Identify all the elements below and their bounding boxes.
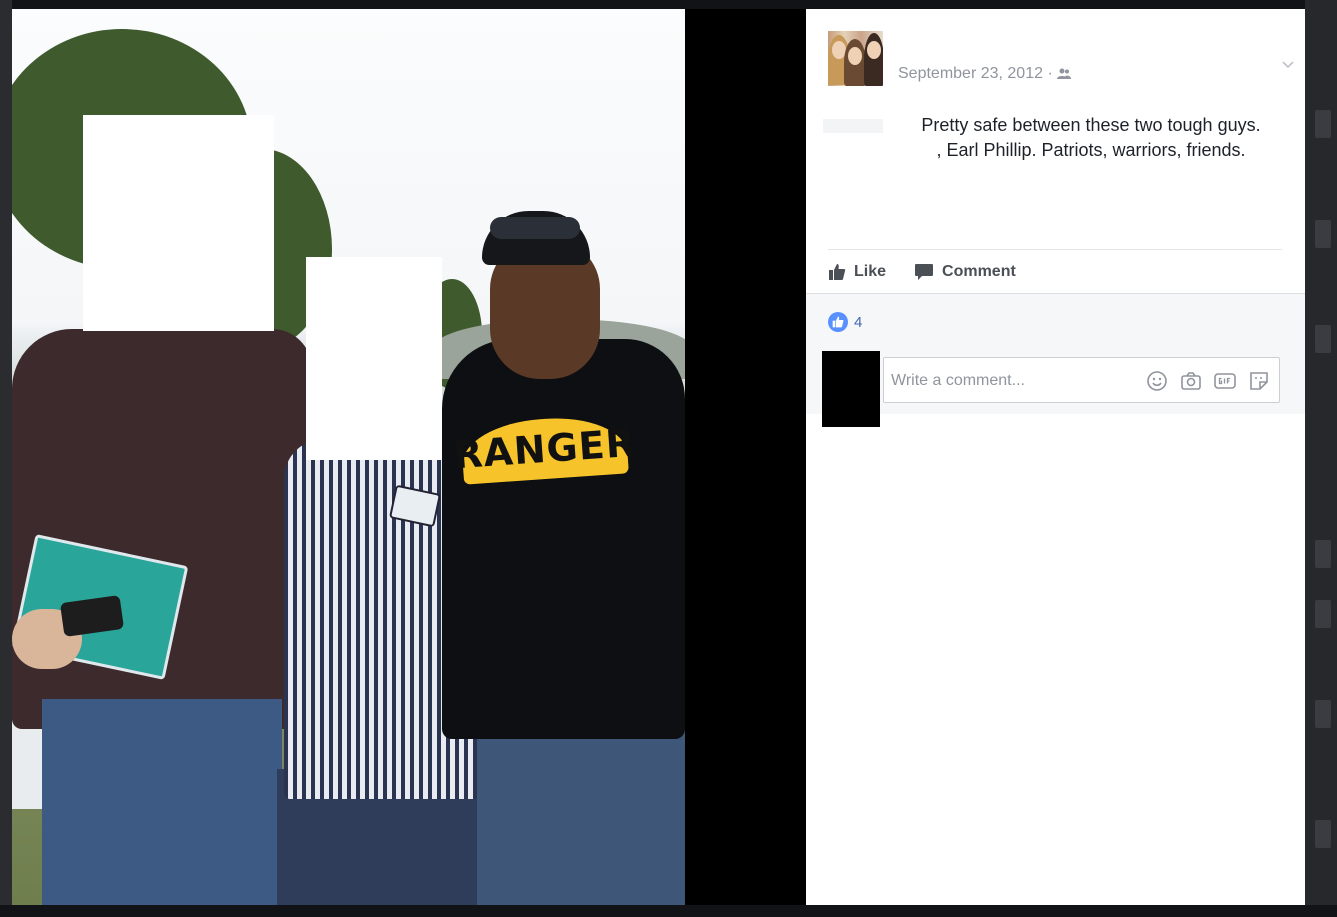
friends-icon[interactable] <box>1056 68 1071 80</box>
reaction-count[interactable]: 4 <box>854 314 862 331</box>
comment-label: Comment <box>942 263 1016 280</box>
sunglasses <box>490 217 580 239</box>
comments-section: 4 <box>806 293 1305 427</box>
speech-bubble-icon <box>915 264 934 280</box>
sticker-icon[interactable] <box>1247 369 1271 393</box>
redaction-box <box>83 115 274 331</box>
post-message: Pretty safe between these two tough guys… <box>823 113 1276 163</box>
person-right-shirt <box>442 339 685 739</box>
post-date-text[interactable]: September 23, 2012 · <box>898 65 1053 83</box>
person-right-jeans <box>477 714 685 905</box>
like-label: Like <box>854 263 887 280</box>
camera-icon[interactable] <box>1179 369 1203 393</box>
like-reaction-badge <box>828 312 848 332</box>
backdrop-right-sidebar <box>1305 0 1337 917</box>
comment-button[interactable]: Comment <box>914 259 1016 285</box>
redaction-box <box>306 257 442 460</box>
like-button[interactable]: Like <box>828 259 886 285</box>
backdrop-bottom <box>0 905 1337 917</box>
chevron-down-icon[interactable] <box>1281 57 1295 71</box>
commenter-avatar <box>822 351 880 427</box>
divider <box>828 249 1282 250</box>
post-timestamp[interactable]: September 23, 2012 · <box>898 65 1071 83</box>
person-left-jeans <box>42 699 282 905</box>
author-avatar[interactable] <box>828 31 883 86</box>
backdrop-top <box>0 0 1337 9</box>
comment-composer[interactable] <box>883 357 1280 403</box>
post-panel: September 23, 2012 · Pretty safe between… <box>806 9 1305 905</box>
thumbs-up-icon <box>829 264 846 280</box>
backdrop-left <box>0 0 12 917</box>
thumbs-up-icon <box>832 316 844 328</box>
reactions-summary[interactable]: 4 <box>828 312 862 332</box>
photo-viewer: RANGER <box>12 9 806 905</box>
smiley-icon[interactable] <box>1145 369 1169 393</box>
post-photo[interactable]: RANGER <box>12 9 685 905</box>
gif-icon[interactable] <box>1213 369 1237 393</box>
comment-input[interactable] <box>889 368 1143 394</box>
post-message-line2: , Earl Phillip. Patriots, warriors, frie… <box>936 140 1246 160</box>
composer-icons <box>1145 369 1271 393</box>
post-header: September 23, 2012 · <box>828 31 1294 91</box>
post-message-line1: Pretty safe between these two tough guys… <box>921 115 1261 135</box>
redacted-tag <box>823 119 883 133</box>
post-actions: Like Comment <box>828 259 1282 285</box>
